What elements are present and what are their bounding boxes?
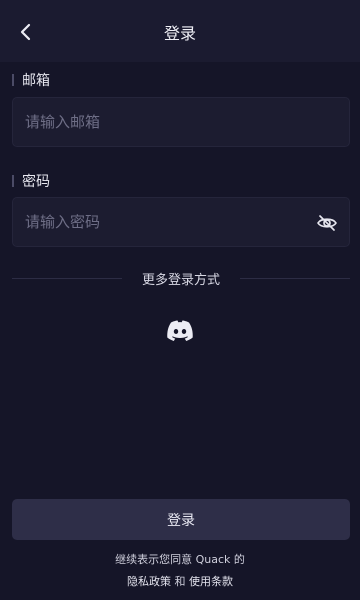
password-label-text: 密码 (22, 174, 50, 190)
password-label: 密码 (12, 172, 50, 190)
email-label-text: 邮箱 (22, 73, 50, 89)
divider-line-right (240, 278, 350, 279)
agreement-links: 隐私政策 和 使用条款 (0, 573, 360, 589)
terms-of-use-link[interactable]: 使用条款 (189, 575, 233, 588)
top-bar: 登录 (0, 0, 360, 62)
privacy-policy-link[interactable]: 隐私政策 (127, 575, 171, 588)
discord-login-button[interactable] (165, 318, 195, 344)
login-button[interactable]: 登录 (12, 499, 350, 540)
discord-icon (167, 320, 193, 341)
email-field-box (12, 97, 350, 147)
more-login-divider: 更多登录方式 (12, 268, 350, 288)
agreement-and-text: 和 (171, 575, 189, 588)
email-label: 邮箱 (12, 71, 50, 89)
toggle-password-visibility-button[interactable] (313, 209, 341, 237)
password-field-box (12, 197, 350, 247)
label-marker (12, 175, 14, 187)
eye-off-icon (317, 215, 337, 231)
password-field[interactable] (13, 198, 349, 246)
agreement-text: 继续表示您同意 Quack 的 (115, 553, 245, 566)
email-field[interactable] (13, 98, 349, 146)
page-title: 登录 (163, 24, 196, 43)
label-marker (12, 74, 14, 86)
